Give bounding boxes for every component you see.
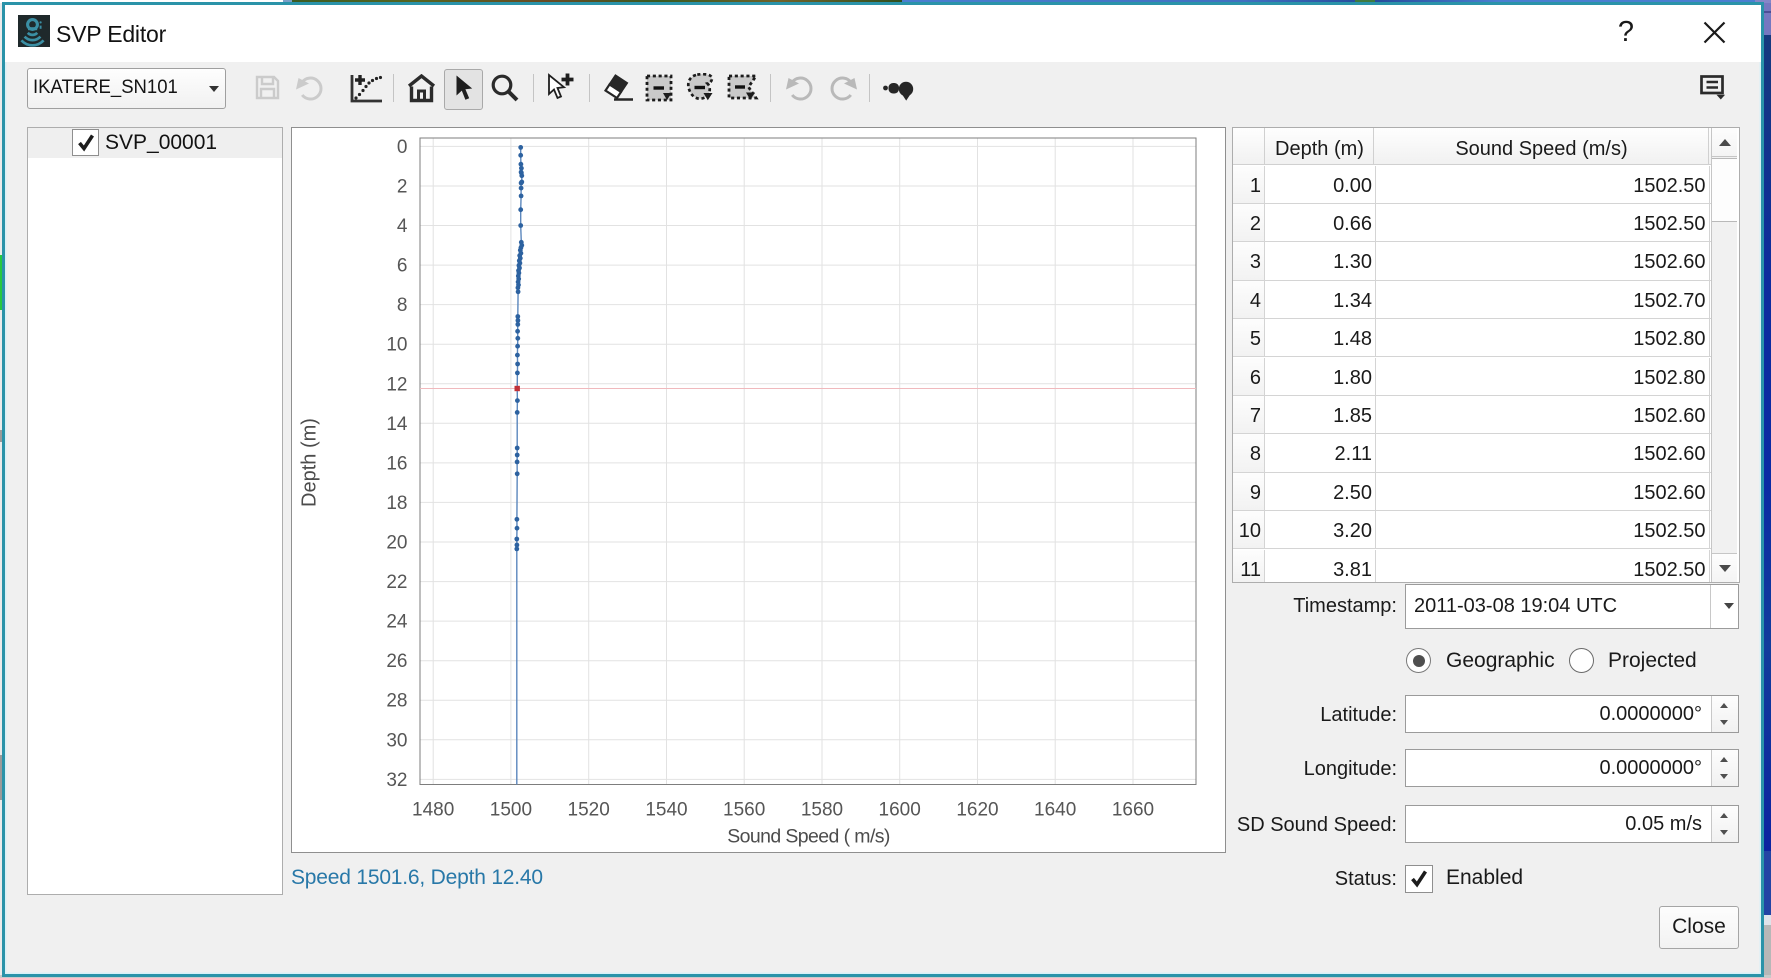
svg-text:8: 8 bbox=[396, 295, 407, 316]
svg-text:28: 28 bbox=[386, 690, 407, 711]
svg-text:14: 14 bbox=[386, 413, 408, 434]
svg-text:30: 30 bbox=[386, 730, 407, 751]
svg-text:1480: 1480 bbox=[412, 799, 454, 820]
svg-text:1640: 1640 bbox=[1034, 799, 1076, 820]
svg-text:12: 12 bbox=[386, 374, 407, 395]
svg-text:1520: 1520 bbox=[567, 799, 609, 820]
svg-text:6: 6 bbox=[396, 255, 407, 276]
svg-text:10: 10 bbox=[386, 334, 407, 355]
svg-text:32: 32 bbox=[386, 769, 407, 790]
svg-text:2: 2 bbox=[396, 176, 407, 197]
svg-text:24: 24 bbox=[386, 611, 408, 632]
svg-text:20: 20 bbox=[386, 532, 407, 553]
svg-text:1560: 1560 bbox=[723, 799, 765, 820]
svg-text:1540: 1540 bbox=[645, 799, 687, 820]
svg-text:16: 16 bbox=[386, 453, 407, 474]
svg-text:Sound Speed ( m/s): Sound Speed ( m/s) bbox=[727, 825, 890, 847]
svg-text:1600: 1600 bbox=[878, 799, 920, 820]
svg-text:1500: 1500 bbox=[489, 799, 531, 820]
svg-text:Depth (m): Depth (m) bbox=[298, 418, 320, 507]
svg-text:1580: 1580 bbox=[800, 799, 842, 820]
svg-text:1660: 1660 bbox=[1111, 799, 1153, 820]
svg-text:18: 18 bbox=[386, 492, 407, 513]
svg-text:4: 4 bbox=[396, 216, 407, 237]
svg-text:0: 0 bbox=[396, 136, 407, 157]
svg-text:1620: 1620 bbox=[956, 799, 998, 820]
svg-text:22: 22 bbox=[386, 572, 407, 593]
svg-text:26: 26 bbox=[386, 651, 407, 672]
